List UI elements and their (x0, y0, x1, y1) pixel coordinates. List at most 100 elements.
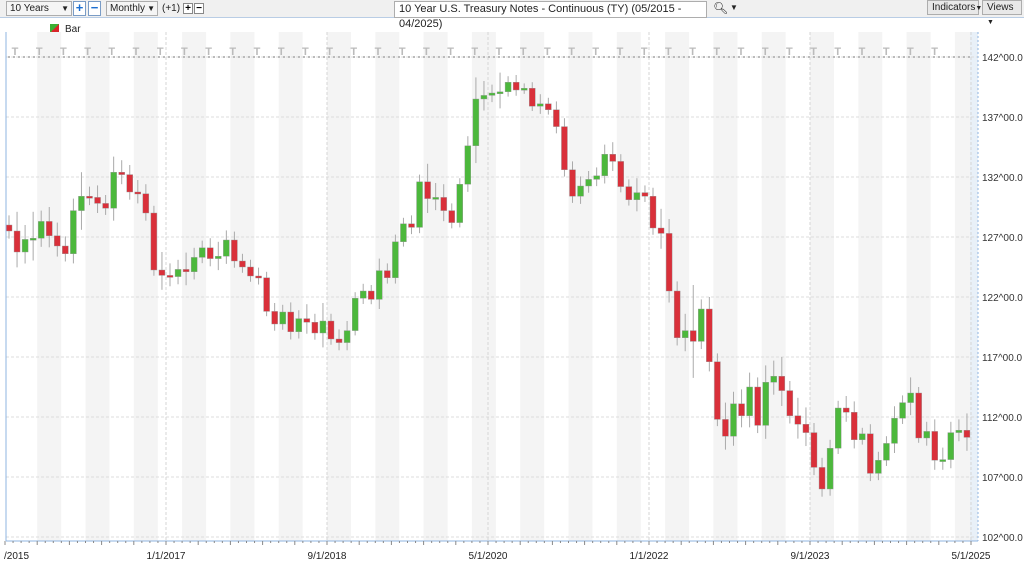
event-marker-t: T (859, 46, 866, 58)
candle-down (657, 227, 665, 234)
quarter-band (423, 32, 448, 541)
views-label: Views (987, 2, 1014, 13)
symbol-input[interactable]: 10 Year U.S. Treasury Notes - Continuous… (394, 1, 707, 30)
quarter-band (810, 32, 834, 541)
event-marker-t: T (907, 46, 914, 58)
quarter-band (906, 32, 931, 541)
views-button[interactable]: Views ▼ (982, 0, 1022, 26)
candle-down (867, 433, 874, 474)
candle-up (376, 270, 383, 300)
x-tick-label: 1/1/2017 (147, 551, 186, 562)
candle-down (665, 233, 673, 292)
offset-minus-button[interactable]: − (194, 3, 204, 14)
event-marker-t: T (738, 46, 745, 58)
candle-down (440, 197, 447, 211)
event-marker-t: T (326, 46, 333, 58)
candle-down (142, 193, 150, 214)
candle-up (392, 241, 399, 279)
event-marker-t: T (36, 46, 43, 58)
candle-up (730, 403, 737, 437)
event-marker-t: T (665, 46, 672, 58)
current-period-band (970, 32, 978, 541)
candle-up (585, 179, 592, 187)
candle-up (351, 298, 359, 331)
candle-down (5, 224, 13, 232)
indicators-button[interactable]: Indicators▼ (927, 0, 982, 15)
event-marker-t: T (568, 46, 575, 58)
zoom-out-button[interactable]: − (88, 1, 101, 16)
event-marker-t: T (399, 46, 406, 58)
candle-down (818, 467, 826, 490)
candle-down (118, 171, 125, 175)
event-marker-t: T (810, 46, 817, 58)
candle-up (400, 223, 407, 243)
candle-up (38, 221, 45, 239)
search-icon[interactable]: 🔍︎ (713, 1, 728, 15)
event-marker-t: T (447, 46, 454, 58)
candle-down (714, 361, 721, 420)
event-marker-t: T (713, 46, 720, 58)
event-marker-t: T (254, 46, 261, 58)
candle-down (62, 245, 69, 255)
candle-down (778, 376, 785, 391)
quarter-band (568, 32, 593, 541)
zoom-in-button[interactable]: + (73, 1, 86, 16)
quarter-band (471, 32, 496, 541)
candle-down (102, 203, 109, 209)
candle-up (698, 308, 705, 342)
event-marker-t: T (834, 46, 841, 58)
candle-up (521, 87, 528, 91)
candle-up (223, 239, 230, 257)
candle-up (70, 210, 77, 255)
search-dropdown-icon[interactable]: ▼ (730, 3, 738, 12)
event-marker-t: T (471, 46, 478, 58)
candle-down (561, 126, 568, 170)
candle-up (29, 237, 37, 241)
event-marker-t: T (931, 46, 938, 58)
candle-down (754, 386, 761, 426)
candle-up (198, 247, 206, 258)
event-marker-t: T (133, 46, 140, 58)
candle-up (480, 95, 488, 100)
range-value: 10 Years (10, 3, 49, 14)
offset-label: (+1) (162, 3, 181, 14)
quarter-band (230, 32, 255, 541)
event-marker-t: T (520, 46, 527, 58)
candle-down (553, 109, 560, 127)
event-marker-t: T (84, 46, 91, 58)
quarter-band (133, 32, 158, 541)
quarter-band (616, 32, 641, 541)
candle-down (529, 87, 536, 107)
candle-up (746, 386, 753, 416)
x-tick-label: 9/1/2023 (791, 551, 830, 562)
candle-up (577, 185, 584, 197)
candle-up (593, 175, 600, 180)
candle-up (456, 183, 463, 223)
candle-up (923, 431, 930, 439)
interval-select[interactable]: Monthly ▼ (106, 1, 158, 16)
candle-down (802, 424, 810, 433)
event-marker-t: T (181, 46, 188, 58)
quarter-band (278, 32, 303, 541)
event-marker-t: T (617, 46, 624, 58)
candle-up (762, 382, 769, 426)
candle-down (673, 290, 681, 338)
y-tick-label: 127^00.0 (982, 233, 1023, 244)
candle-up (21, 239, 29, 253)
candle-down (287, 311, 294, 332)
candle-down (54, 235, 61, 247)
range-select[interactable]: 10 Years ▼ (6, 1, 72, 16)
x-tick-label: 5/1/2020 (469, 551, 508, 562)
candle-down (271, 311, 278, 325)
quarter-band (665, 32, 690, 541)
candle-up (110, 171, 117, 209)
candle-up (955, 430, 963, 433)
candle-up (190, 257, 198, 272)
candle-down (247, 266, 254, 277)
offset-plus-button[interactable]: + (183, 3, 193, 14)
event-marker-t: T (60, 46, 67, 58)
chevron-down-icon: ▼ (61, 4, 69, 13)
event-marker-t: T (108, 46, 115, 58)
candle-down (641, 192, 649, 197)
candle-down (255, 275, 262, 279)
